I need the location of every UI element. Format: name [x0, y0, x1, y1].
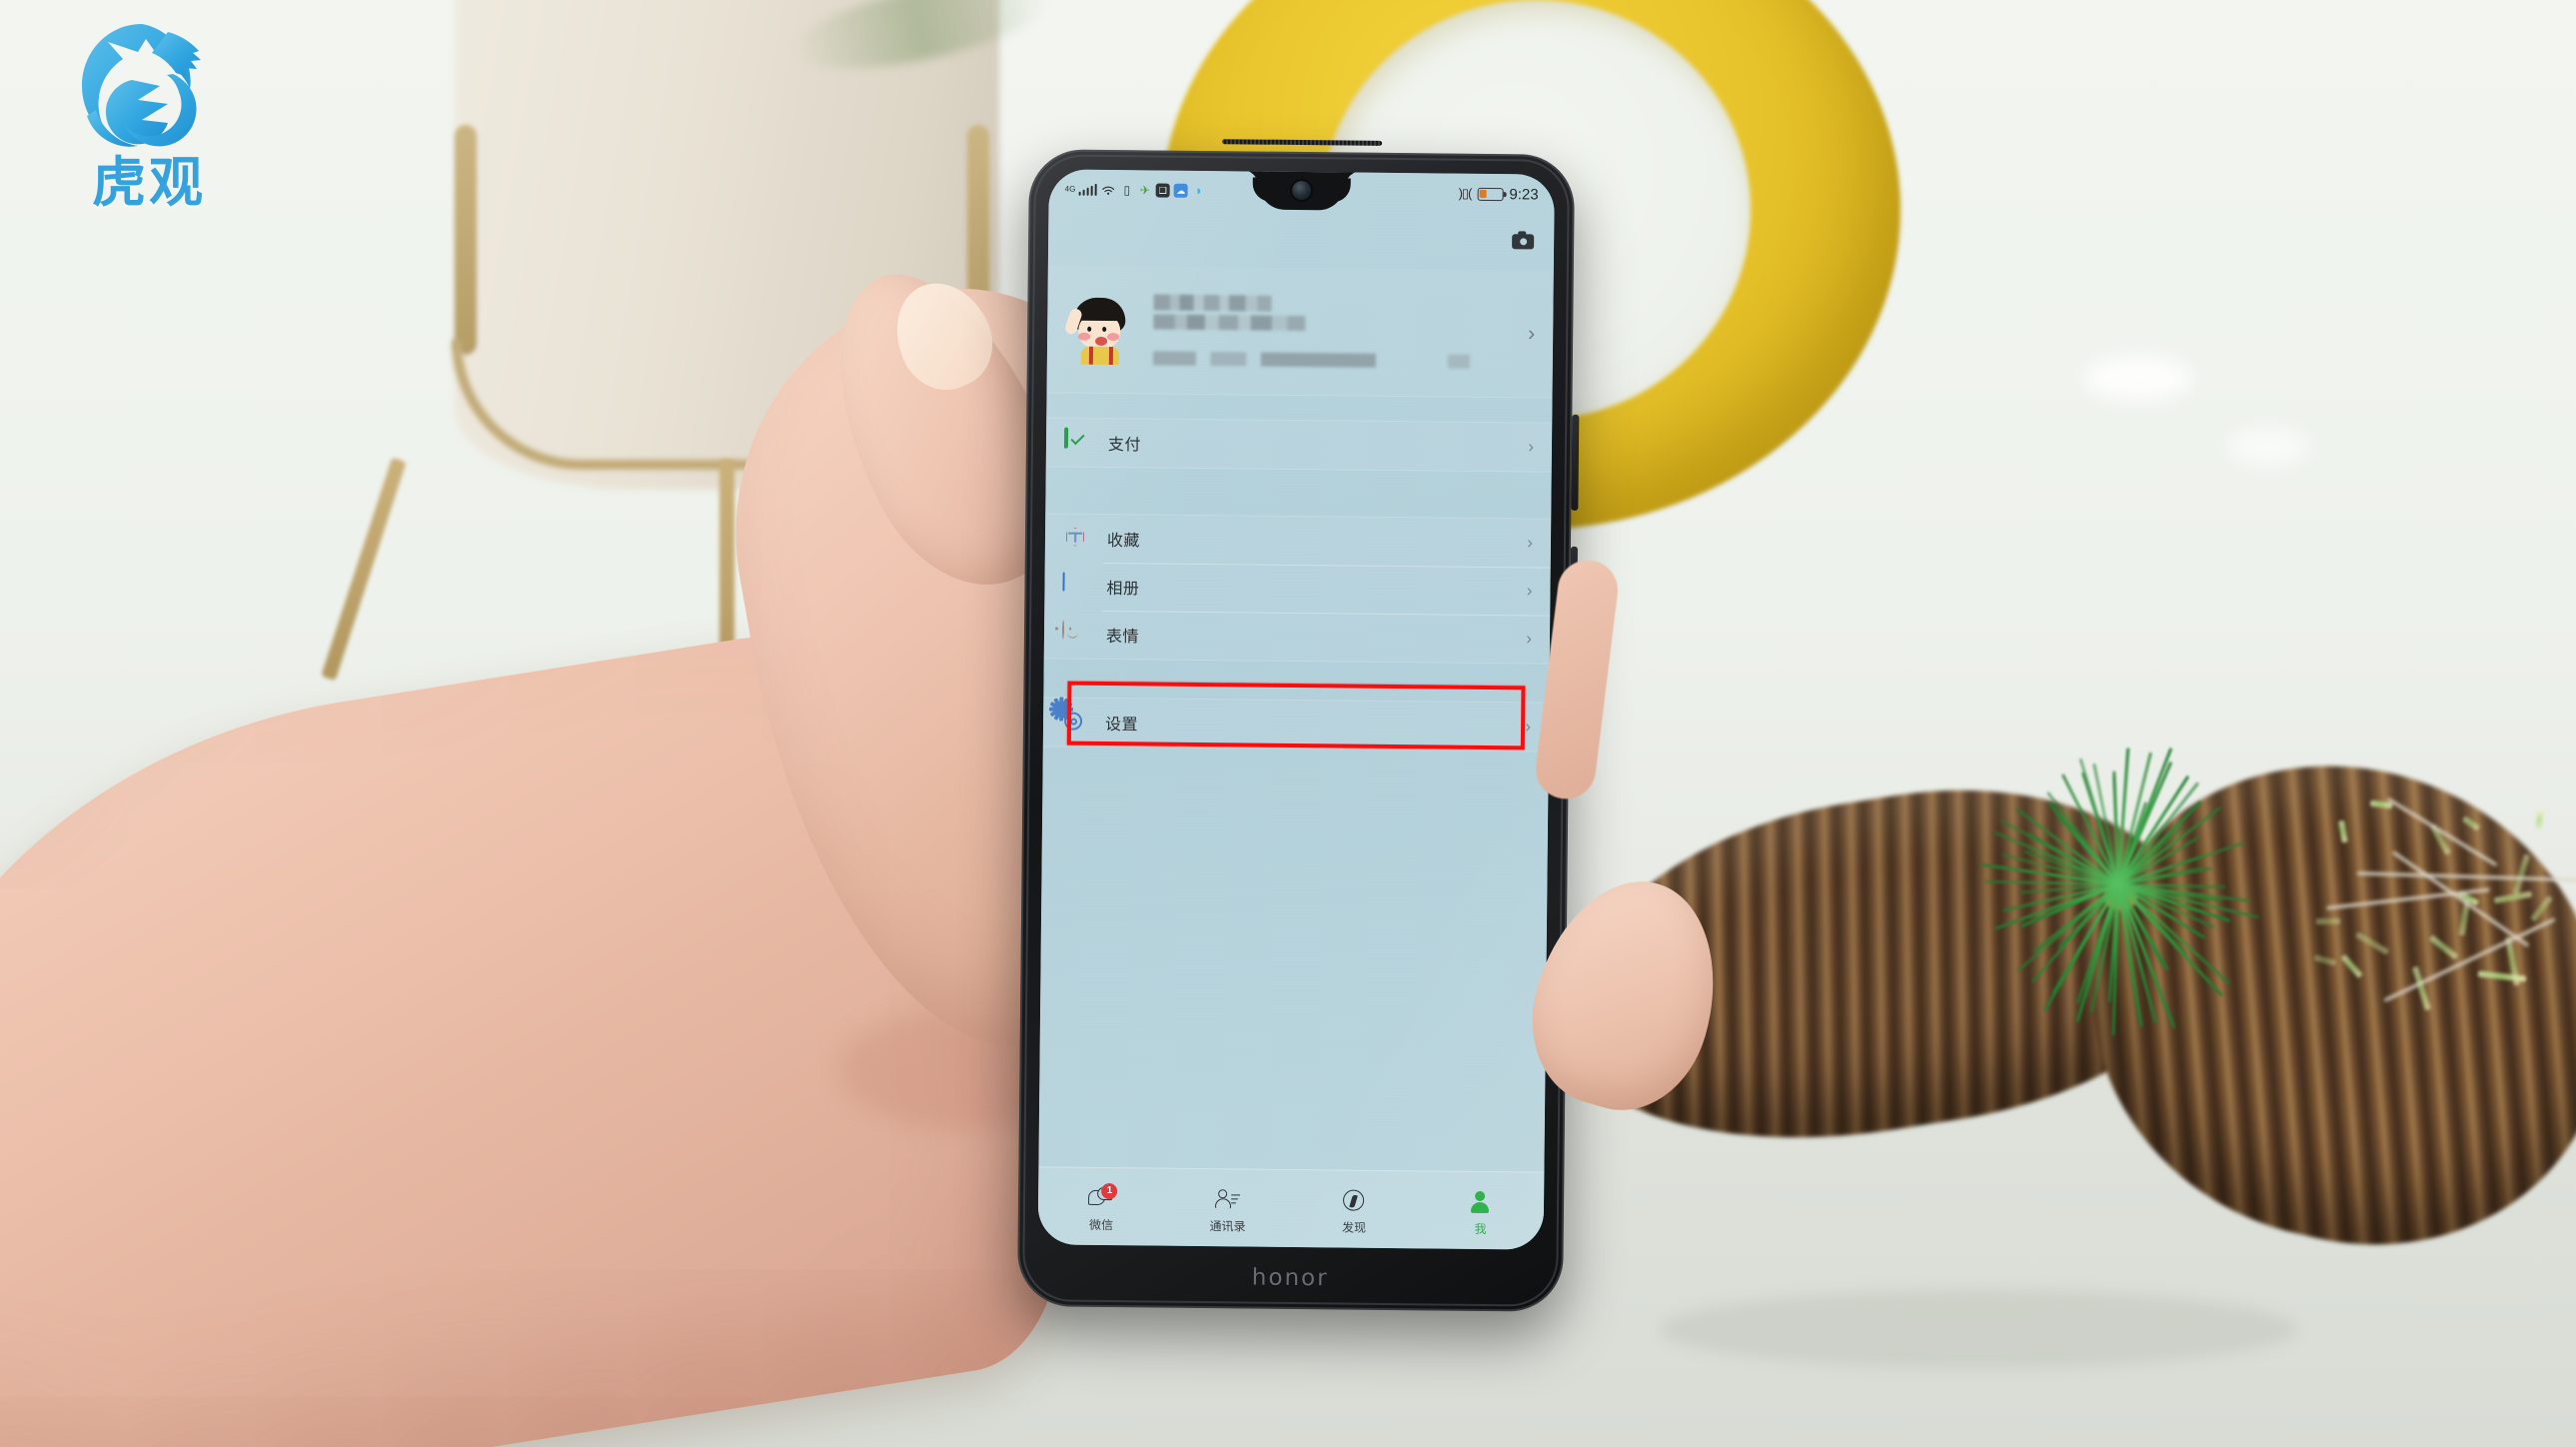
wechat-top-bar	[1048, 209, 1555, 266]
chat-bubbles-icon: 1	[1088, 1186, 1114, 1210]
chevron-right-icon: ›	[1527, 533, 1533, 553]
pine-needles	[1953, 734, 2283, 1034]
phone-screen[interactable]: 4G ▯ ✈ ❑ ☁ ◗ )▯( 9:23 › 支付 › 收藏 › 相册 › 表…	[1038, 169, 1555, 1249]
avatar-strap-left	[1089, 346, 1093, 364]
profile-name-masked-line1	[1153, 294, 1271, 311]
battery-small-icon: ▯	[1120, 183, 1134, 197]
pay-check-bubble-icon	[1064, 430, 1090, 456]
ring-highlight	[2083, 355, 2193, 401]
avatar-body	[1081, 346, 1119, 364]
phone-device: 4G ▯ ✈ ❑ ☁ ◗ )▯( 9:23 › 支付 › 收藏 › 相册 › 表…	[1017, 149, 1575, 1312]
tab-contacts[interactable]: 通讯录	[1164, 1169, 1291, 1247]
screenshot-scene: 4G ▯ ✈ ❑ ☁ ◗ )▯( 9:23 › 支付 › 收藏 › 相册 › 表…	[0, 0, 2576, 1447]
chevron-right-icon: ›	[1528, 437, 1534, 457]
profile-name-masked-line2	[1153, 314, 1305, 331]
power-button[interactable]	[1571, 415, 1579, 511]
profile-text	[1153, 294, 1519, 369]
menu-row-album[interactable]: 相册 ›	[1044, 562, 1550, 615]
menu-group-payment: 支付 ›	[1046, 417, 1552, 472]
gear-icon	[1061, 710, 1087, 735]
tab-me[interactable]: 我	[1417, 1171, 1544, 1249]
camera-lens	[1520, 238, 1527, 245]
menu-label-emoji: 表情	[1106, 623, 1139, 647]
person-me-icon	[1468, 1190, 1494, 1214]
avatar-cheek-right	[1107, 333, 1119, 341]
cyan-arc-icon: ◗	[1192, 184, 1206, 198]
wifi-icon	[1101, 182, 1116, 197]
profile-id-masked	[1153, 351, 1513, 369]
status-bar-left: 4G ▯ ✈ ❑ ☁ ◗	[1065, 182, 1206, 198]
tab-discover[interactable]: 发现	[1291, 1170, 1418, 1248]
status-clock: 9:23	[1509, 186, 1538, 203]
phone-chin: honor	[1017, 1244, 1564, 1312]
sparkle-branch	[2308, 789, 2576, 1019]
tab-wechat[interactable]: 1 微信	[1038, 1167, 1165, 1245]
avatar[interactable]	[1065, 294, 1136, 365]
avatar-strap-right	[1109, 347, 1113, 365]
avatar-mouth	[1095, 336, 1107, 345]
bottom-tab-bar: 1 微信 通讯录 发现 我	[1038, 1166, 1545, 1249]
menu-group-content: 收藏 › 相册 › 表情 ›	[1044, 513, 1552, 664]
qq-icon: ❑	[1156, 184, 1170, 198]
paper-plane-icon: ✈	[1138, 183, 1152, 197]
menu-label-album: 相册	[1106, 575, 1139, 599]
profile-card[interactable]: ›	[1047, 265, 1554, 398]
watermark-brand-text: 虎观	[44, 138, 254, 217]
vibrate-icon: )▯(	[1459, 186, 1472, 202]
avatar-bangs	[1076, 304, 1122, 320]
compass-discover-icon	[1341, 1189, 1367, 1213]
chevron-right-icon: ›	[1526, 629, 1532, 649]
planter-rim-left	[455, 125, 477, 355]
menu-label-favorites: 收藏	[1107, 527, 1140, 551]
tab-label-discover: 发现	[1342, 1218, 1366, 1235]
favorites-box-icon	[1063, 526, 1089, 552]
menu-row-pay[interactable]: 支付 ›	[1046, 418, 1552, 471]
channel-watermark: 虎观	[44, 14, 254, 214]
chevron-right-icon: ›	[1527, 581, 1533, 601]
signal-bars-icon	[1078, 184, 1097, 196]
menu-row-favorites[interactable]: 收藏 ›	[1045, 514, 1551, 567]
menu-row-emoji[interactable]: 表情 ›	[1044, 610, 1550, 663]
menu-label-pay: 支付	[1108, 431, 1141, 455]
cloth-fold-2	[1659, 1289, 2298, 1369]
network-type-label: 4G	[1065, 186, 1076, 194]
status-bar-right: )▯( 9:23	[1459, 185, 1539, 203]
device-brand-label: honor	[1252, 1265, 1329, 1292]
battery-low-icon	[1477, 187, 1503, 200]
menu-label-settings: 设置	[1105, 711, 1138, 734]
emoji-smiley-icon	[1062, 622, 1088, 648]
contacts-icon	[1215, 1188, 1241, 1212]
avatar-eye-left	[1087, 326, 1091, 331]
chevron-right-icon: ›	[1525, 717, 1531, 736]
tab-label-me: 我	[1474, 1219, 1486, 1236]
avatar-cheek-left	[1078, 332, 1090, 340]
tab-label-contacts: 通讯录	[1209, 1217, 1245, 1234]
menu-row-settings[interactable]: 设置 ›	[1043, 698, 1549, 750]
avatar-eye-right	[1102, 326, 1106, 331]
ring-highlight-2	[2228, 430, 2308, 464]
album-photo-icon	[1062, 574, 1088, 600]
front-camera-icon	[1292, 181, 1311, 200]
camera-icon[interactable]	[1512, 231, 1534, 249]
tab-label-wechat: 微信	[1089, 1215, 1113, 1232]
unread-badge: 1	[1101, 1182, 1117, 1198]
chevron-right-icon: ›	[1528, 322, 1535, 346]
menu-group-settings: 设置 ›	[1043, 697, 1549, 751]
cloud-blue-icon: ☁	[1174, 184, 1188, 198]
